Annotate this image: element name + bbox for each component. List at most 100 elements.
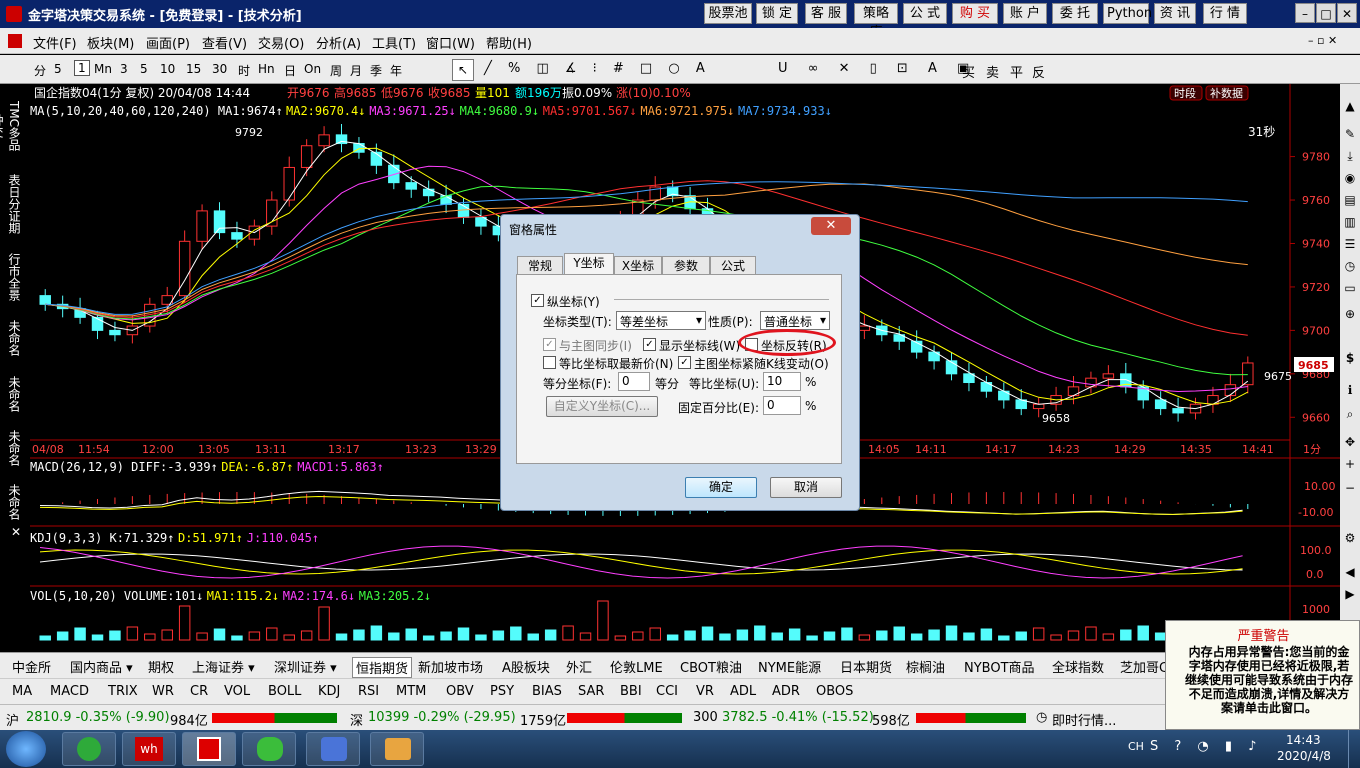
top-button-0[interactable]: 股票池: [704, 3, 752, 24]
dialog-close-button[interactable]: ✕: [811, 217, 851, 235]
indicator-adl[interactable]: ADL: [730, 684, 756, 699]
indicator-vol[interactable]: VOL: [224, 684, 250, 699]
equal-div-input[interactable]: 0: [618, 372, 650, 391]
indicator-sar[interactable]: SAR: [578, 684, 604, 699]
market-tab-12[interactable]: 日本期货: [840, 657, 892, 676]
news-icon[interactable]: ◷: [1036, 710, 1047, 725]
period-button-11[interactable]: 日: [284, 62, 296, 79]
period-button-16[interactable]: 年: [390, 62, 402, 79]
cursor-tool-icon[interactable]: ↖: [452, 59, 474, 81]
ok-button[interactable]: 确定: [685, 477, 757, 498]
reverse-button[interactable]: 反: [1032, 62, 1045, 81]
tab-params[interactable]: 参数: [662, 256, 710, 275]
period-button-7[interactable]: 15: [186, 62, 201, 76]
market-tab-14[interactable]: NYBOT商品: [964, 657, 1035, 676]
indicator-boll[interactable]: BOLL: [268, 684, 301, 699]
c300-index[interactable]: 3782.5 -0.41% (-15.52): [722, 710, 874, 725]
market-tab-15[interactable]: 全球指数: [1052, 657, 1104, 676]
period-button-4[interactable]: 3: [120, 62, 128, 76]
tab-y-axis[interactable]: Y坐标: [564, 253, 614, 275]
market-tab-5[interactable]: 恒指期货: [352, 657, 413, 678]
top-button-5[interactable]: 购 买: [952, 3, 998, 24]
y-axis-checkbox[interactable]: ✓: [531, 294, 544, 307]
indicator-trix[interactable]: TRIX: [108, 684, 138, 699]
scroll-right-icon[interactable]: ▶: [1342, 586, 1358, 602]
left-tab-5[interactable]: 未命名: [3, 372, 23, 416]
indicator-wr[interactable]: WR: [152, 684, 174, 699]
close-position-button[interactable]: 平: [1010, 62, 1023, 81]
fixed-pct-input[interactable]: 0: [763, 396, 801, 415]
menu-tools[interactable]: 工具(T): [372, 33, 416, 52]
market-tab-13[interactable]: 棕榈油: [906, 657, 945, 676]
info-icon[interactable]: ℹ: [1342, 382, 1358, 398]
sh-index[interactable]: 2810.9 -0.35% (-9.90): [26, 710, 170, 725]
period-button-12[interactable]: On: [304, 62, 321, 76]
left-tab-4[interactable]: 未命名: [3, 316, 23, 360]
indicator-macd[interactable]: MACD: [50, 684, 89, 699]
indicator-obv[interactable]: OBV: [446, 684, 474, 699]
top-button-10[interactable]: 行 情: [1203, 3, 1247, 24]
gear-icon[interactable]: ⚙: [1342, 530, 1358, 546]
top-button-4[interactable]: 公 式: [903, 3, 947, 24]
mdi-controls[interactable]: – ▫ ✕: [1308, 34, 1337, 47]
scroll-left-icon[interactable]: ◀: [1342, 564, 1358, 580]
custom-y-axis-button[interactable]: 自定义Y坐标(C)...: [546, 396, 658, 417]
drawing-tools[interactable]: ╱ % ◫ ∡ ⁝ # □ ○ A: [484, 61, 711, 76]
dollar-icon[interactable]: $: [1342, 350, 1358, 366]
period-button-14[interactable]: 月: [350, 62, 362, 79]
market-tab-16[interactable]: 芝加哥C: [1120, 657, 1168, 676]
plus-icon[interactable]: +: [1342, 456, 1358, 472]
minus-icon[interactable]: −: [1342, 480, 1358, 496]
left-tab-1[interactable]: TMC多品种交: [0, 96, 23, 156]
chart-icon[interactable]: ▥: [1342, 214, 1358, 230]
indicator-cci[interactable]: CCI: [656, 684, 678, 699]
nature-select[interactable]: 普通坐标: [760, 311, 830, 330]
minimize-button[interactable]: –: [1295, 3, 1315, 23]
left-tab-close-icon[interactable]: ✕: [3, 524, 23, 540]
menu-file[interactable]: 文件(F): [33, 33, 77, 52]
period-button-10[interactable]: Hn: [258, 62, 275, 76]
indicator-vr[interactable]: VR: [696, 684, 714, 699]
indicator-adr[interactable]: ADR: [772, 684, 800, 699]
follow-kline-checkbox[interactable]: ✓: [678, 356, 691, 369]
lock-icon[interactable]: ◉: [1342, 170, 1358, 186]
buy-button[interactable]: 买: [962, 62, 975, 81]
taskbar-app-pyramid[interactable]: [182, 732, 236, 766]
tab-formula[interactable]: 公式: [710, 256, 756, 275]
arrow-up-icon[interactable]: ▲: [1342, 98, 1358, 114]
tray-icons[interactable]: S ? ◔ ▮ ♪: [1150, 739, 1262, 754]
indicator-mtm[interactable]: MTM: [396, 684, 426, 699]
memory-warning-popup[interactable]: 严重警告 内存占用异常警告:您当前的金字塔内存使用已经将近极限,若继续使用可能导…: [1165, 620, 1360, 730]
indicator-kdj[interactable]: KDJ: [318, 684, 340, 699]
top-button-1[interactable]: 锁 定: [756, 3, 798, 24]
market-tab-8[interactable]: 外汇: [566, 657, 592, 676]
menu-view-layout[interactable]: 画面(P): [146, 33, 190, 52]
top-button-9[interactable]: 资 讯: [1154, 3, 1196, 24]
left-tab-7[interactable]: 未命名: [3, 480, 23, 524]
period-button-5[interactable]: 5: [140, 62, 148, 76]
period-button-6[interactable]: 10: [160, 62, 175, 76]
market-tab-7[interactable]: A股板块: [502, 657, 550, 676]
indicator-obos[interactable]: OBOS: [816, 684, 853, 699]
sz-index[interactable]: 10399 -0.29% (-29.95): [368, 710, 516, 725]
top-button-2[interactable]: 客 服: [805, 3, 847, 24]
top-button-3[interactable]: 策略库: [854, 3, 898, 40]
market-tab-0[interactable]: 中金所: [12, 657, 51, 676]
market-tab-10[interactable]: CBOT粮油: [680, 657, 742, 676]
search-icon[interactable]: ⌕: [1342, 406, 1358, 422]
note-icon[interactable]: ▭: [1342, 280, 1358, 296]
period-button-13[interactable]: 周: [330, 62, 342, 79]
menu-view[interactable]: 查看(V): [202, 33, 247, 52]
period-button-1[interactable]: 5: [54, 62, 62, 76]
sell-button[interactable]: 卖: [986, 62, 999, 81]
indicator-cr[interactable]: CR: [190, 684, 208, 699]
market-tab-3[interactable]: 上海证券 ▾: [192, 657, 255, 676]
market-tab-4[interactable]: 深圳证券 ▾: [274, 657, 337, 676]
market-tab-9[interactable]: 伦敦LME: [610, 657, 663, 676]
top-button-7[interactable]: 委 托: [1052, 3, 1098, 24]
period-button-3[interactable]: Mn: [94, 62, 112, 76]
sync-main-checkbox[interactable]: ✓: [543, 338, 556, 351]
bars-icon[interactable]: ▤: [1342, 192, 1358, 208]
taskbar-app-folder[interactable]: [370, 732, 424, 766]
period-button-15[interactable]: 季: [370, 62, 382, 79]
